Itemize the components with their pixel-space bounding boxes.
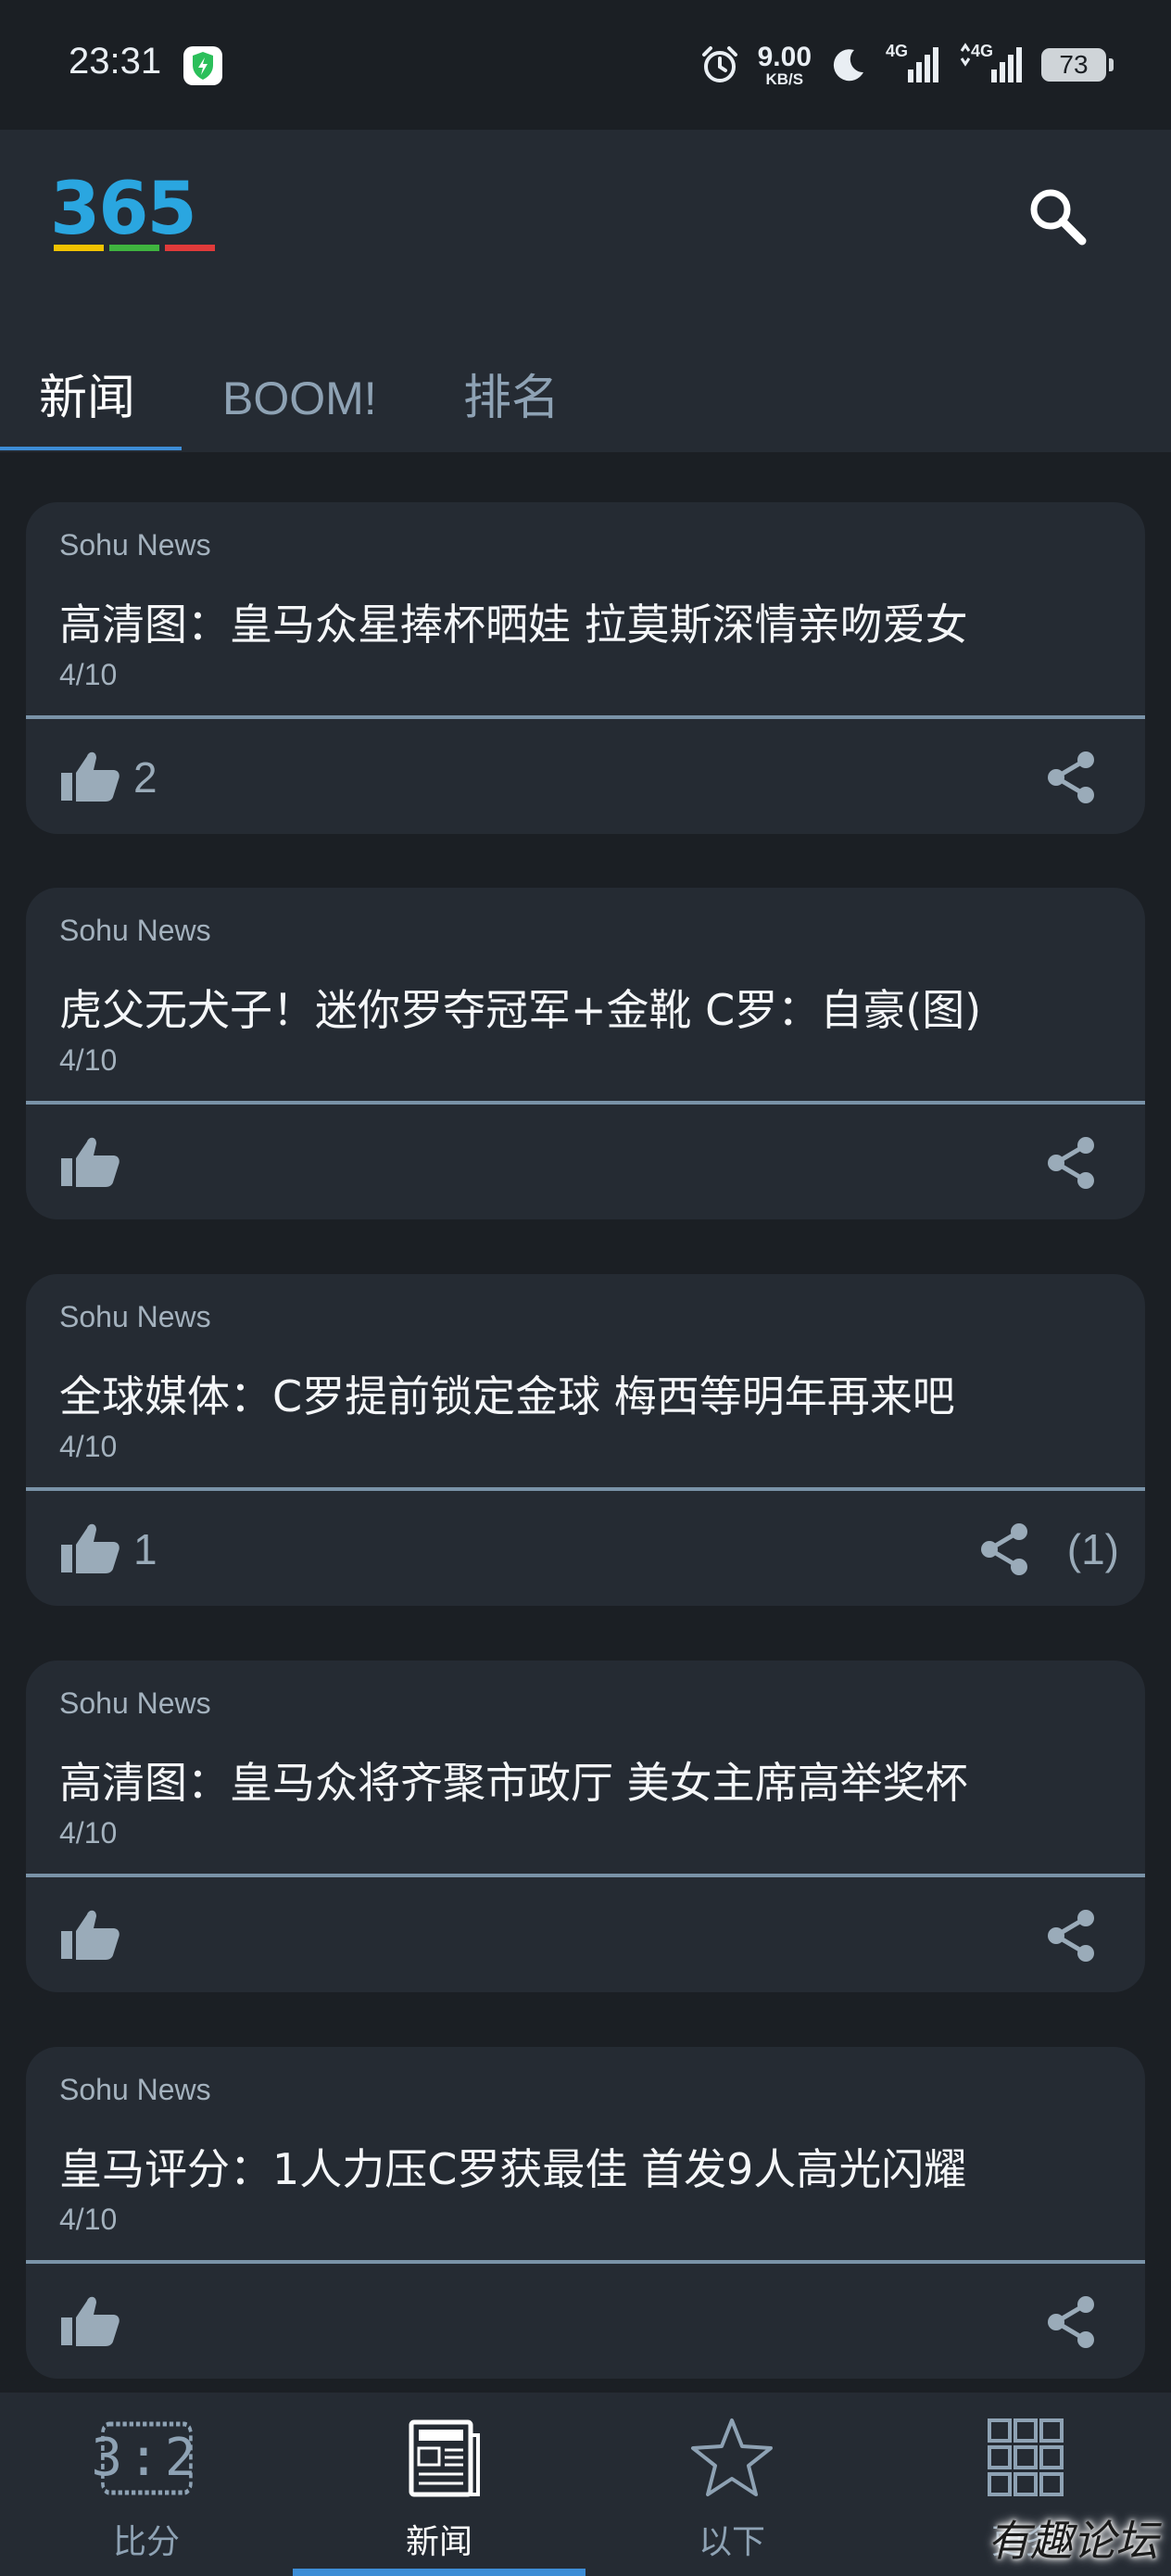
nav-label: 比分: [112, 2523, 180, 2561]
card-divider: [26, 2260, 1145, 2264]
net-speed: 9.00 KB/S: [757, 41, 812, 88]
thumbs-up-icon[interactable]: [59, 2292, 120, 2353]
card-divider: [26, 1874, 1145, 1877]
battery-icon: 73: [1041, 48, 1114, 82]
tab-ranking[interactable]: 排名: [463, 345, 560, 452]
share-icon[interactable]: [1043, 1134, 1099, 1192]
tab-news[interactable]: 新闻: [39, 345, 135, 452]
nav-scores[interactable]: 3:2 比分: [0, 2393, 293, 2576]
share-icon[interactable]: [976, 1521, 1032, 1578]
share-icon[interactable]: [1043, 2293, 1099, 2351]
star-icon: [691, 2418, 773, 2496]
signal-icon: 4G: [886, 42, 941, 88]
news-source: Sohu News: [59, 1686, 211, 1720]
logo-text: 365: [50, 176, 195, 251]
share-count: (1): [1066, 1525, 1119, 1573]
nav-news[interactable]: 新闻: [293, 2393, 586, 2576]
shield-icon: [183, 46, 222, 85]
news-date: 4/10: [59, 1043, 118, 1077]
news-source: Sohu News: [59, 528, 211, 562]
scoreboard-text: 3:2: [91, 2428, 202, 2488]
news-date: 4/10: [59, 658, 118, 691]
moon-icon: [833, 49, 863, 82]
news-title[interactable]: 全球媒体：C罗提前锁定金球 梅西等明年再来吧: [59, 1363, 955, 1424]
net-speed-value: 9.00: [757, 41, 812, 72]
card-divider: [26, 1487, 1145, 1491]
nav-following[interactable]: 以下: [586, 2393, 878, 2576]
newspaper-icon: [409, 2419, 480, 2497]
search-icon: [1030, 189, 1087, 246]
thumbs-up-icon[interactable]: [59, 747, 120, 808]
signal-icon-2: 4G: [958, 42, 1025, 88]
news-card[interactable]: Sohu News 高清图：皇马众将齐聚市政厅 美女主席高举奖杯 4/10: [26, 1661, 1145, 1992]
grid-icon: [988, 2418, 1064, 2496]
active-nav-indicator: [293, 2569, 586, 2576]
news-source: Sohu News: [59, 1300, 211, 1333]
news-card[interactable]: Sohu News 高清图：皇马众星捧杯晒娃 拉莫斯深情亲吻爱女 4/10 2: [26, 502, 1145, 834]
news-date: 4/10: [59, 1816, 118, 1850]
tab-boom[interactable]: BOOM!: [222, 345, 377, 452]
news-card[interactable]: Sohu News 虎父无犬子！迷你罗夺冠军+金靴 C罗：自豪(图) 4/10: [26, 888, 1145, 1219]
news-date: 4/10: [59, 1430, 118, 1463]
alarm-icon: [701, 46, 737, 82]
like-count: 2: [133, 753, 157, 802]
thumbs-up-icon[interactable]: [59, 1132, 120, 1193]
news-card[interactable]: Sohu News 全球媒体：C罗提前锁定金球 梅西等明年再来吧 4/10 1 …: [26, 1274, 1145, 1606]
search-button[interactable]: [1025, 183, 1091, 250]
news-date: 4/10: [59, 2203, 118, 2236]
news-title[interactable]: 皇马评分：1人力压C罗获最佳 首发9人高光闪耀: [59, 2136, 966, 2197]
share-icon[interactable]: [1043, 1907, 1099, 1964]
news-source: Sohu News: [59, 2073, 211, 2106]
news-source: Sohu News: [59, 914, 211, 947]
nav-label: 新闻: [405, 2523, 472, 2561]
status-time: 23:31: [69, 41, 162, 82]
top-tabs: 新闻 BOOM! 排名: [0, 345, 1171, 452]
status-icons: 9.00 KB/S 4G 4G 73: [699, 37, 1114, 93]
active-tab-indicator: [0, 447, 182, 450]
card-divider: [26, 715, 1145, 719]
nav-label: 以下: [698, 2523, 765, 2561]
news-title[interactable]: 高清图：皇马众星捧杯晒娃 拉莫斯深情亲吻爱女: [59, 591, 968, 652]
like-count: 1: [133, 1525, 157, 1573]
card-divider: [26, 1101, 1145, 1105]
news-title[interactable]: 高清图：皇马众将齐聚市政厅 美女主席高举奖杯: [59, 1749, 968, 1811]
thumbs-up-icon[interactable]: [59, 1519, 120, 1580]
share-icon[interactable]: [1043, 749, 1099, 806]
news-card[interactable]: Sohu News 皇马评分：1人力压C罗获最佳 首发9人高光闪耀 4/10: [26, 2047, 1145, 2379]
app-logo: 365: [50, 168, 222, 259]
thumbs-up-icon[interactable]: [59, 1905, 120, 1966]
news-title[interactable]: 虎父无犬子！迷你罗夺冠军+金靴 C罗：自豪(图): [59, 977, 981, 1038]
watermark: 有趣论坛: [988, 2516, 1158, 2566]
net-speed-unit: KB/S: [765, 69, 804, 88]
